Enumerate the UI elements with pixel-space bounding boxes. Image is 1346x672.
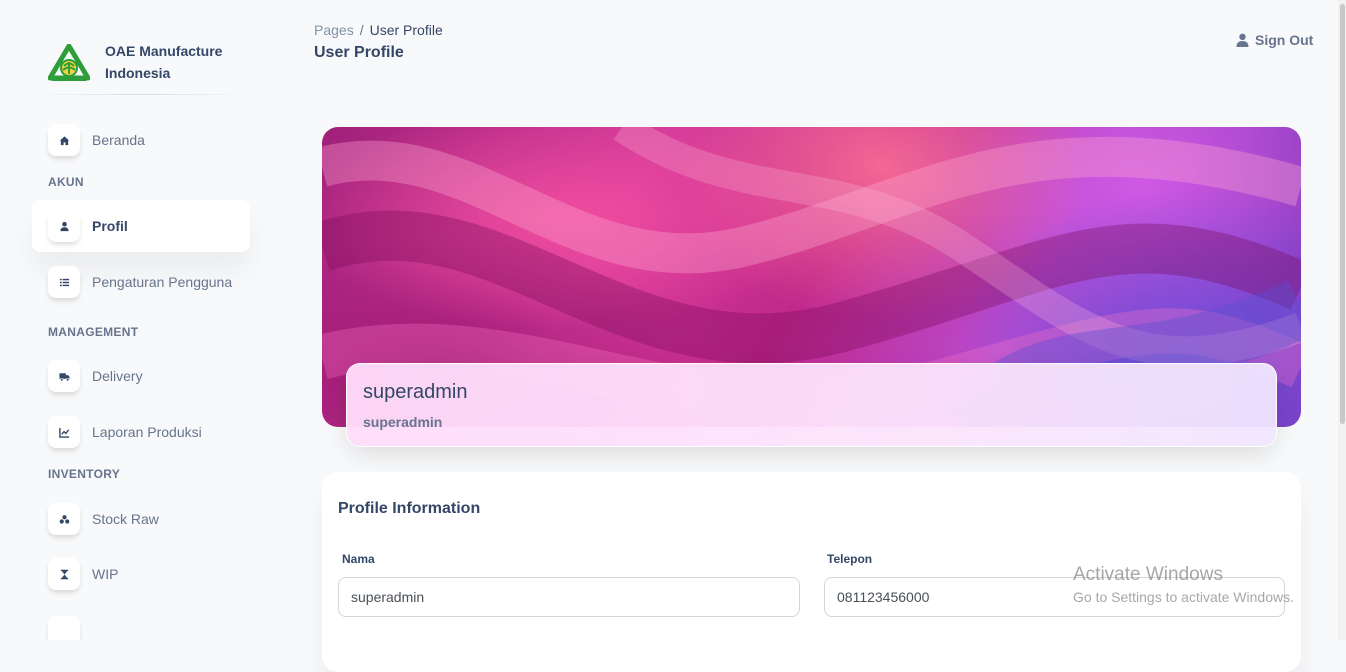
sidebar-item-beranda[interactable]: Beranda [32, 114, 250, 166]
home-icon [48, 124, 80, 156]
brand[interactable]: OAE Manufacture Indonesia [48, 40, 222, 84]
sidebar-item-stock-raw[interactable]: Stock Raw [32, 493, 250, 545]
sidebar-item-delivery[interactable]: Delivery [32, 350, 250, 402]
user-icon [48, 210, 80, 242]
sign-out-label: Sign Out [1255, 32, 1314, 48]
nama-field[interactable] [338, 577, 800, 617]
sidebar-item-label: Beranda [92, 132, 145, 148]
company-logo-icon [48, 44, 90, 81]
hourglass-icon [48, 558, 80, 590]
sidebar-item-label: WIP [92, 566, 119, 582]
sidebar-item-partial[interactable] [32, 604, 250, 640]
brand-name: OAE Manufacture Indonesia [105, 43, 223, 81]
partial-nav-icon [48, 616, 80, 640]
truck-icon [48, 360, 80, 392]
nama-label: Nama [342, 552, 375, 566]
breadcrumb-root[interactable]: Pages [314, 22, 354, 38]
windows-watermark-title: Activate Windows [1073, 564, 1223, 585]
section-label-inventory: INVENTORY [48, 467, 121, 481]
user-icon [1236, 33, 1249, 47]
sidebar-item-label: Stock Raw [92, 511, 159, 527]
telepon-label: Telepon [827, 552, 873, 566]
page-title: User Profile [314, 44, 404, 61]
breadcrumb: Pages / User Profile [314, 22, 443, 38]
sidebar-item-laporan-produksi[interactable]: Laporan Produksi [32, 406, 250, 458]
sidebar-item-profil[interactable]: Profil [32, 200, 250, 252]
profile-summary-card: superadmin superadmin [346, 363, 1277, 447]
sign-out-button[interactable]: Sign Out [1236, 32, 1313, 48]
sidebar-item-label: Pengaturan Pengguna [92, 274, 233, 290]
sidebar-item-wip[interactable]: WIP [32, 548, 250, 600]
sidebar: OAE Manufacture Indonesia Beranda AKUN P… [0, 0, 282, 640]
breadcrumb-separator: / [359, 22, 364, 38]
sidebar-item-label: Delivery [92, 368, 143, 384]
sidebar-item-pengaturan-pengguna[interactable]: Pengaturan Pengguna [32, 256, 250, 308]
list-icon [48, 266, 80, 298]
card-title: Profile Information [338, 500, 481, 517]
windows-watermark-subtitle: Go to Settings to activate Windows. [1073, 589, 1294, 605]
section-label-management: MANAGEMENT [48, 325, 139, 339]
boxes-icon [48, 503, 80, 535]
scrollbar-thumb[interactable] [1340, 4, 1345, 424]
profile-name: superadmin [363, 381, 468, 403]
sidebar-item-label: Laporan Produksi [92, 424, 202, 440]
breadcrumb-current: User Profile [369, 22, 443, 38]
profile-role: superadmin [363, 414, 443, 430]
sidebar-item-label: Profil [92, 218, 128, 234]
section-label-akun: AKUN [48, 175, 84, 189]
sidebar-divider [32, 94, 250, 95]
chart-icon [48, 416, 80, 448]
